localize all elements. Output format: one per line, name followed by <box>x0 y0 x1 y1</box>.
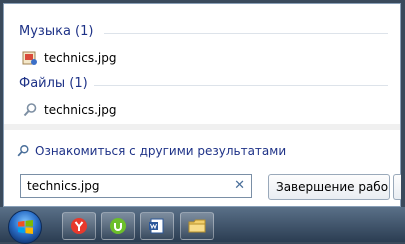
search-icon <box>17 145 29 157</box>
taskbar-word-button[interactable] <box>140 212 174 240</box>
taskbar-explorer-button[interactable] <box>180 212 214 240</box>
group-divider <box>94 85 388 86</box>
music-result-item[interactable]: technics.jpg <box>22 47 116 69</box>
search-results-pane: Музыка (1) technics.jpg Файлы (1) techni… <box>4 4 400 124</box>
see-more-results-label: Ознакомиться с другими результатами <box>35 144 287 158</box>
file-result-item[interactable]: technics.jpg <box>22 99 116 121</box>
start-menu: Музыка (1) technics.jpg Файлы (1) techni… <box>3 3 401 207</box>
start-button[interactable] <box>8 210 42 244</box>
search-input[interactable] <box>27 178 227 194</box>
taskbar-yandex-browser-button[interactable] <box>62 212 96 240</box>
start-search-box[interactable]: ✕ <box>20 174 252 198</box>
see-more-results-link[interactable]: Ознакомиться с другими результатами <box>16 144 286 158</box>
clear-search-icon[interactable]: ✕ <box>234 178 245 194</box>
explorer-folder-icon <box>188 219 206 233</box>
shutdown-options-button[interactable] <box>393 174 401 200</box>
media-file-icon <box>22 50 38 66</box>
shutdown-button[interactable]: Завершение рабо... <box>268 174 390 200</box>
file-result-label: technics.jpg <box>44 103 117 117</box>
search-footer: Ознакомиться с другими результатами ✕ За… <box>4 130 401 206</box>
taskbar <box>0 207 405 244</box>
taskbar-utorrent-button[interactable] <box>101 212 135 240</box>
shutdown-label: Завершение рабо... <box>276 180 390 194</box>
files-group-header[interactable]: Файлы (1) <box>19 76 88 91</box>
music-group-header[interactable]: Музыка (1) <box>19 24 93 39</box>
group-divider <box>104 33 388 34</box>
music-result-label: technics.jpg <box>44 51 117 65</box>
word-icon <box>149 218 164 234</box>
utorrent-icon <box>110 218 126 234</box>
search-icon <box>22 102 38 118</box>
windows-logo-icon <box>18 220 33 234</box>
yandex-browser-icon <box>71 218 87 234</box>
